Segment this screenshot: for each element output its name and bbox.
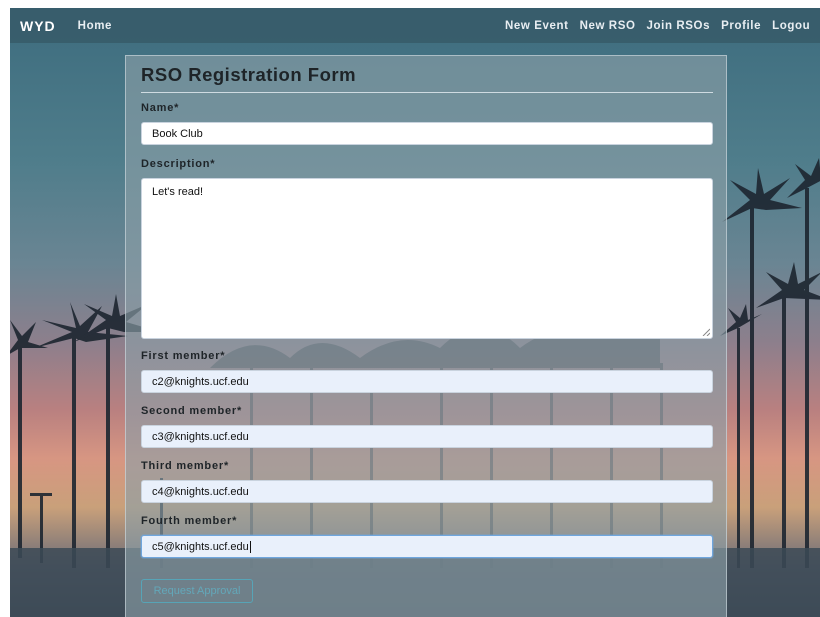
second-member-input[interactable]: c3@knights.ucf.edu (141, 425, 713, 448)
first-member-label: First member* (141, 350, 226, 362)
name-input[interactable]: Book Club (141, 122, 713, 145)
rso-registration-form: RSO Registration Form Name* Book Club De… (125, 55, 727, 617)
resize-handle-icon[interactable] (702, 328, 710, 336)
second-member-label: Second member* (141, 405, 243, 417)
name-label: Name* (141, 102, 180, 114)
description-value: Let's read! (152, 186, 204, 198)
form-title: RSO Registration Form (141, 64, 713, 93)
fourth-member-label: Fourth member* (141, 515, 238, 527)
third-member-value: c4@knights.ucf.edu (152, 485, 249, 498)
description-textarea[interactable]: Let's read! (141, 178, 713, 339)
nav-link-profile[interactable]: Profile (721, 20, 761, 32)
first-member-input[interactable]: c2@knights.ucf.edu (141, 370, 713, 393)
request-approval-button[interactable]: Request Approval (141, 579, 253, 603)
third-member-input[interactable]: c4@knights.ucf.edu (141, 480, 713, 503)
description-label: Description* (141, 158, 216, 170)
nav-link-new-event[interactable]: New Event (505, 20, 569, 32)
third-member-label: Third member* (141, 460, 230, 472)
brand-logo[interactable]: WYD (20, 18, 56, 34)
app-frame: WYD Home New Event New RSO Join RSOs Pro… (10, 8, 820, 617)
text-caret (249, 540, 251, 553)
first-member-value: c2@knights.ucf.edu (152, 375, 249, 388)
fourth-member-value: c5@knights.ucf.edu (152, 540, 249, 553)
top-navbar: WYD Home New Event New RSO Join RSOs Pro… (10, 8, 820, 43)
nav-link-join-rsos[interactable]: Join RSOs (647, 20, 711, 32)
name-input-value: Book Club (152, 127, 203, 140)
nav-link-home[interactable]: Home (78, 20, 112, 32)
fourth-member-input[interactable]: c5@knights.ucf.edu (141, 535, 713, 558)
second-member-value: c3@knights.ucf.edu (152, 430, 249, 443)
nav-link-new-rso[interactable]: New RSO (580, 20, 636, 32)
nav-link-logout[interactable]: Logou (772, 20, 810, 32)
nav-right-links: New Event New RSO Join RSOs Profile Logo… (505, 8, 820, 43)
